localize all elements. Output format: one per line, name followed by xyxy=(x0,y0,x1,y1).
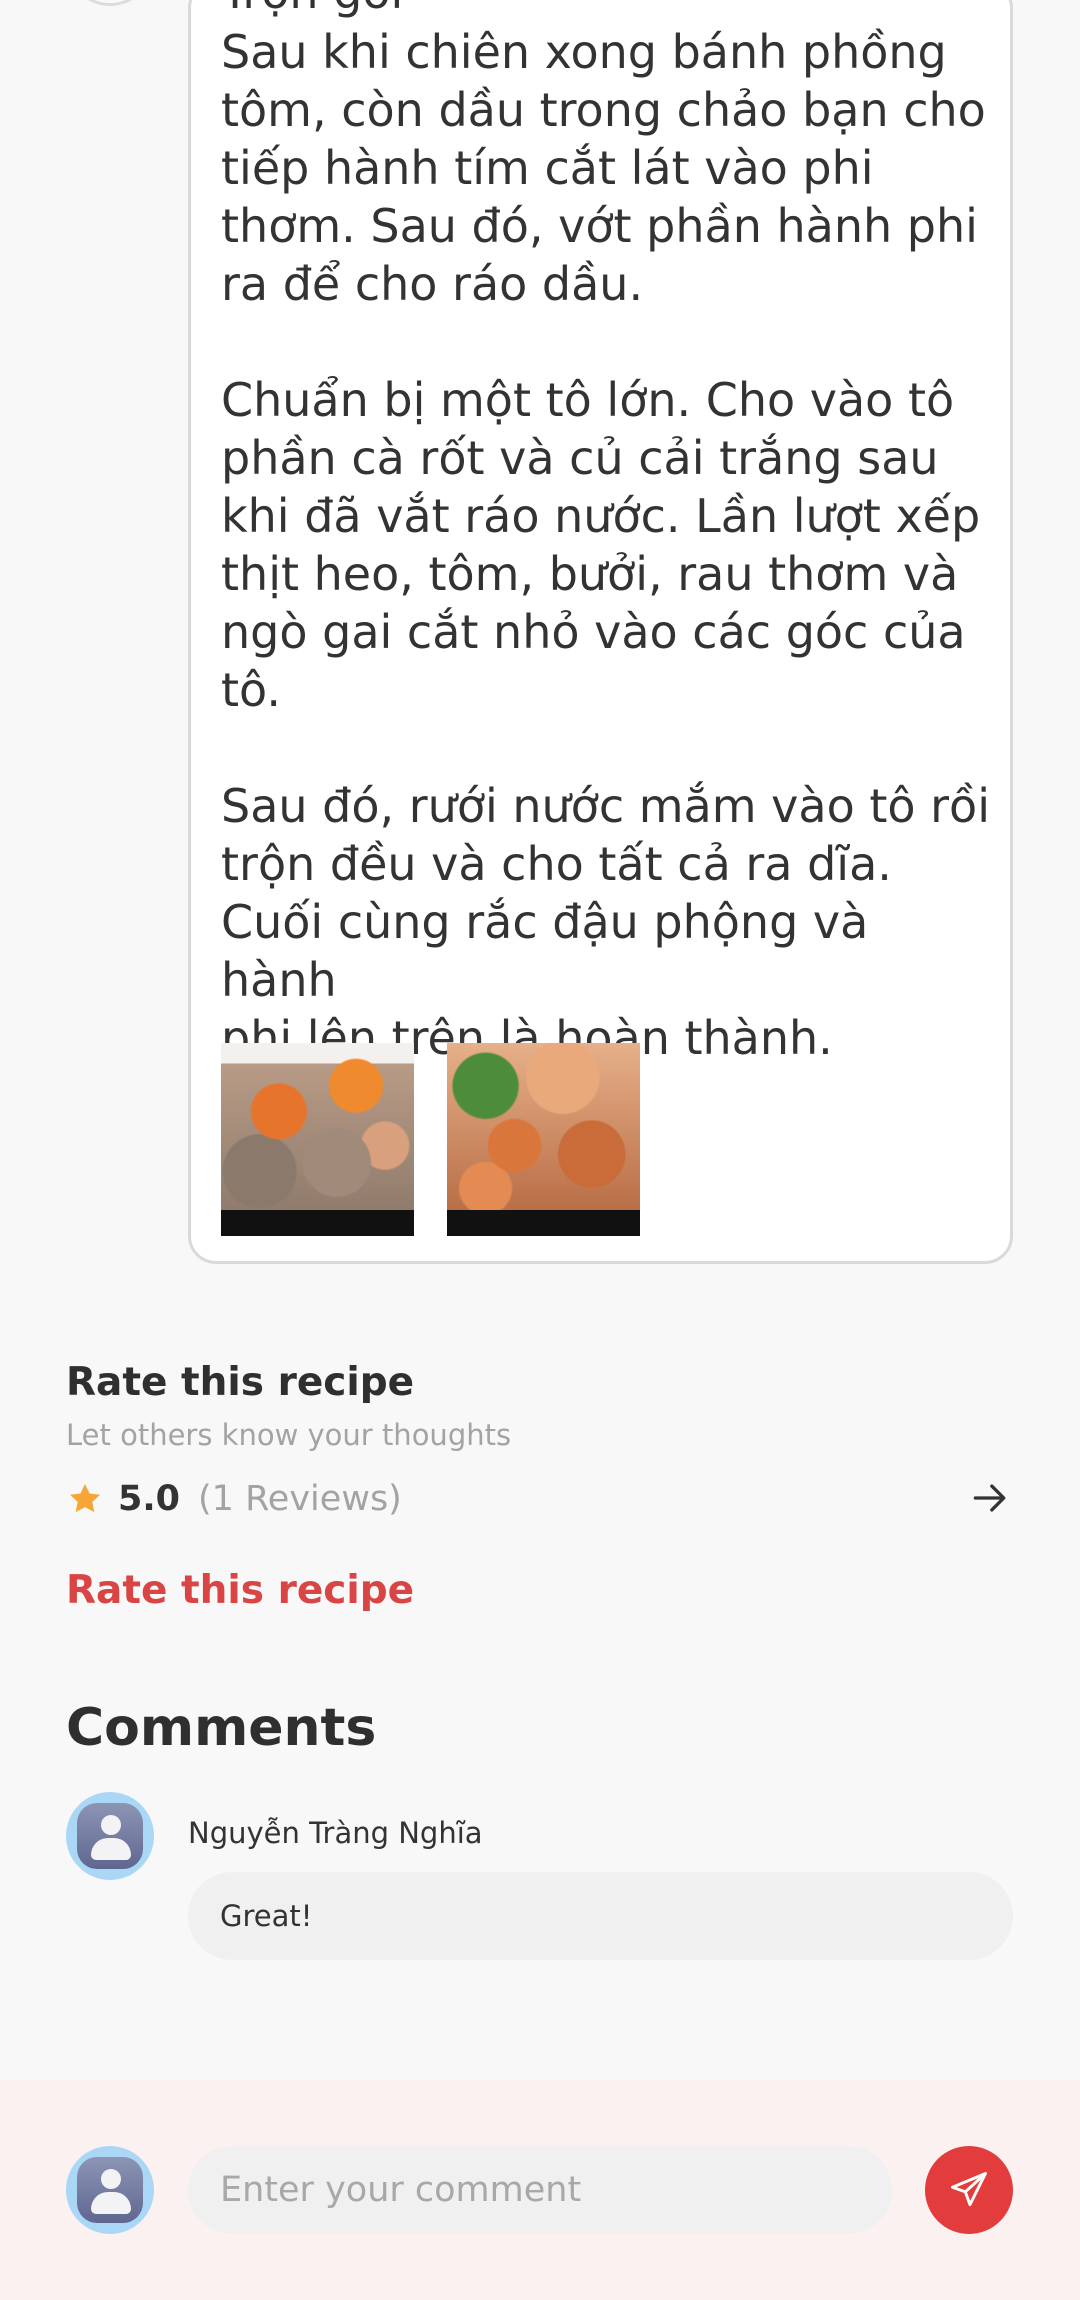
comment-bubble: Great! xyxy=(188,1872,1013,1960)
avatar[interactable] xyxy=(66,1792,154,1880)
send-icon xyxy=(951,2172,987,2207)
comment-input[interactable] xyxy=(188,2146,892,2234)
comment-composer xyxy=(0,2080,1080,2300)
rate-section-subtitle: Let others know your thoughts xyxy=(66,1418,512,1452)
step-number-badge xyxy=(66,0,154,6)
rate-section-title: Rate this recipe xyxy=(66,1360,415,1405)
send-button[interactable] xyxy=(925,2146,1013,2234)
comments-title: Comments xyxy=(66,1698,377,1758)
step-photo-2[interactable] xyxy=(447,1043,640,1236)
current-user-avatar[interactable] xyxy=(66,2146,154,2234)
user-icon xyxy=(77,2157,143,2223)
user-icon xyxy=(77,1803,143,1869)
comment-text: Great! xyxy=(220,1899,313,1933)
step-photo-1[interactable] xyxy=(221,1043,414,1236)
star-icon xyxy=(69,1483,101,1513)
step-heading: Trộn gỏi xyxy=(221,0,403,15)
rating-summary-row[interactable]: 5.0 (1 Reviews) xyxy=(66,1474,1012,1524)
comment-author: Nguyễn Tràng Nghĩa xyxy=(188,1816,483,1850)
instruction-step-card: Trộn gỏi Sau khi chiên xong bánh phồng t… xyxy=(188,0,1013,1264)
review-count: (1 Reviews) xyxy=(198,1479,402,1519)
arrow-right-icon[interactable] xyxy=(968,1476,1012,1520)
step-description: Sau khi chiên xong bánh phồng tôm, còn d… xyxy=(221,25,990,1065)
rate-recipe-button[interactable]: Rate this recipe xyxy=(66,1568,414,1613)
rating-value: 5.0 xyxy=(118,1479,181,1519)
step-image-gallery xyxy=(221,1043,640,1236)
